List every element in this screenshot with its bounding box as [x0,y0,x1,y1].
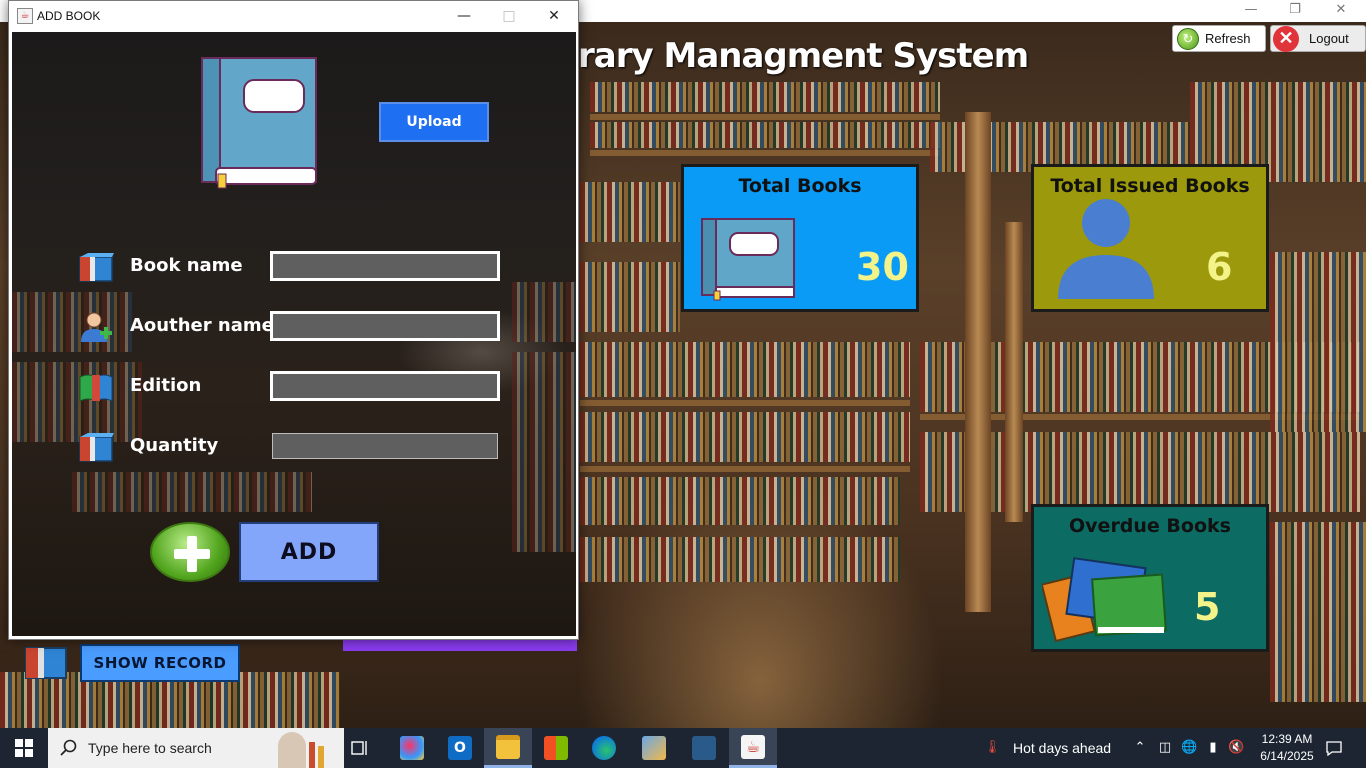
search-highlight-icon [278,728,338,768]
virtualbox-app-icon[interactable] [630,728,678,768]
book-name-label: Book name [130,255,243,276]
logout-label: Logout [1309,31,1349,46]
books-icon [79,253,114,282]
overdue-books-value: 5 [1194,585,1221,629]
user-icon [1058,199,1154,299]
minimize-icon[interactable]: — [1228,0,1274,22]
dialog-maximize-icon: □ [502,8,516,24]
taskbar-search[interactable]: Type here to search [48,728,344,768]
edition-input[interactable] [270,371,500,401]
upload-button[interactable]: Upload [379,102,489,142]
total-books-card: Total Books 30 [681,164,919,312]
stacked-books-icon [1042,557,1167,643]
search-icon [60,739,77,756]
logout-icon: ✕ [1273,25,1299,52]
book-name-input[interactable] [270,251,500,281]
quantity-input[interactable] [272,433,498,459]
total-books-title: Total Books [738,175,862,197]
notifications-icon[interactable] [1326,740,1342,757]
plus-icon[interactable] [150,522,230,582]
paint-app-icon[interactable] [388,728,436,768]
total-books-value: 30 [856,245,909,289]
speaker-muted-icon[interactable]: 🔇 [1228,740,1244,756]
mysql-app-icon[interactable] [680,728,728,768]
author-icon [81,312,112,342]
logout-button[interactable]: ✕ Logout [1270,25,1366,52]
start-button[interactable] [0,728,48,768]
refresh-label: Refresh [1205,31,1251,46]
overdue-books-title: Overdue Books [1069,515,1231,537]
total-issued-books-title: Total Issued Books [1050,175,1250,197]
store-app-icon[interactable] [532,728,580,768]
dialog-close-icon[interactable]: ✕ [532,5,576,29]
task-view-icon[interactable] [336,728,384,768]
weather-text[interactable]: Hot days ahead [1013,740,1111,756]
java-icon: ☕ [17,8,33,24]
file-explorer-icon[interactable] [484,728,532,768]
edition-row: Edition [78,371,508,405]
close-icon[interactable]: ✕ [1318,0,1364,22]
author-name-label: Aouther name [130,315,274,336]
overdue-books-card: Overdue Books 5 [1031,504,1269,652]
app-title: rary Managment System [578,36,1029,76]
total-issued-books-value: 6 [1206,245,1233,289]
battery-icon[interactable]: ▮ [1205,740,1221,756]
dialog-title: ADD BOOK [37,9,101,23]
refresh-button[interactable]: ↻ Refresh [1172,25,1266,52]
edition-label: Edition [130,375,202,396]
book-icon [701,218,795,301]
restore-icon[interactable]: ❐ [1272,0,1318,22]
edge-browser-icon[interactable] [580,728,628,768]
java-app-icon[interactable]: ☕ [729,728,777,768]
outlook-app-icon[interactable]: O [436,728,484,768]
windows-icon [15,739,33,757]
books-icon [79,433,114,462]
device-icon[interactable]: ◫ [1157,740,1173,756]
quantity-label: Quantity [130,435,219,456]
network-icon[interactable]: 🌐 [1181,740,1197,756]
add-button[interactable]: ADD [239,522,379,582]
chevron-up-icon[interactable]: ⌃ [1132,740,1148,756]
book-name-row: Book name [78,251,508,285]
search-placeholder: Type here to search [88,740,212,756]
dialog-title-bar: ☕ ADD BOOK — □ ✕ [9,1,578,32]
total-issued-books-card: Total Issued Books 6 [1031,164,1269,312]
books-icon [25,647,67,679]
clock-time[interactable]: 12:39 AM [1254,732,1320,746]
dialog-minimize-icon[interactable]: — [442,5,486,29]
show-record-button[interactable]: SHOW RECORD [80,644,240,682]
quantity-row: Quantity [78,431,508,465]
author-name-input[interactable] [270,311,500,341]
author-name-row: Aouther name [78,311,508,345]
add-book-dialog: ☕ ADD BOOK — □ ✕ Upload Book name Aouthe… [8,0,579,640]
thermometer-icon: 🌡 [984,740,1001,755]
book-cover-icon [201,57,317,189]
refresh-icon: ↻ [1177,27,1199,50]
clock-date[interactable]: 6/14/2025 [1254,749,1320,763]
dialog-body: Upload Book name Aouther name Edition Qu… [12,32,576,636]
open-book-icon [79,374,113,402]
taskbar: Type here to search O ☕ 🌡 Hot days ahead… [0,728,1366,768]
